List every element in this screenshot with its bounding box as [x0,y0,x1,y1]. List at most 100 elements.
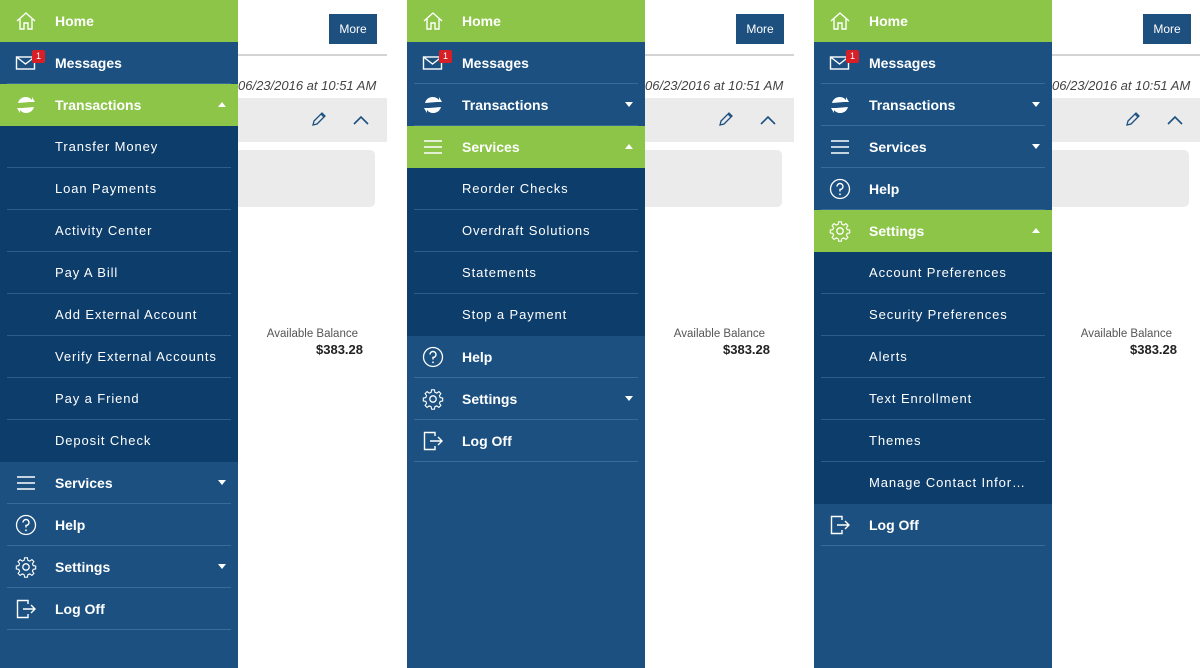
nav-log-off-label: Log Off [462,433,512,449]
submenu-item[interactable]: Add External Account [0,294,238,336]
last-login-timestamp: 06/23/2016 at 10:51 AM [238,78,377,93]
submenu-item-label: Statements [462,265,537,280]
submenu-item[interactable]: Themes [814,420,1052,462]
nav-help-label: Help [55,517,86,533]
nav-log-off[interactable]: Log Off [407,420,645,462]
messages-badge: 1 [32,50,45,63]
nav-services[interactable]: Services [407,126,645,168]
caret-up-icon [1032,228,1040,233]
nav-transactions[interactable]: Transactions [814,84,1052,126]
nav-transactions-label: Transactions [55,97,142,113]
submenu-item-label: Loan Payments [55,181,158,196]
nav-home-label: Home [55,13,94,29]
nav-services-label: Services [462,139,520,155]
chevron-up-icon[interactable] [1166,114,1184,126]
caret-up-icon [218,102,226,107]
nav-help[interactable]: Help [0,504,238,546]
nav-messages-label: Messages [869,55,936,71]
account-card[interactable]: Available Balance $383.28 [1044,150,1189,357]
submenu-item-label: Alerts [869,349,908,364]
nav-transactions[interactable]: Transactions [407,84,645,126]
nav-transactions[interactable]: Transactions [0,84,238,126]
nav-home[interactable]: Home [407,0,645,42]
submenu-item[interactable]: Statements [407,252,645,294]
nav-services[interactable]: Services [0,462,238,504]
screen-settings-expanded: More 06/23/2016 at 10:51 AM Available Ba… [814,0,1200,668]
more-button[interactable]: More [329,14,377,44]
submenu-item-label: Activity Center [55,223,153,238]
pencil-icon[interactable] [717,110,735,128]
submenu-item[interactable]: Deposit Check [0,420,238,462]
submenu-item[interactable]: Overdraft Solutions [407,210,645,252]
nav-help[interactable]: Help [814,168,1052,210]
submenu-item-label: Themes [869,433,922,448]
submenu-item-label: Pay a Friend [55,391,140,406]
nav-help-label: Help [869,181,900,197]
more-button[interactable]: More [736,14,784,44]
nav-home[interactable]: Home [0,0,238,42]
refresh-icon [14,93,38,117]
pencil-icon[interactable] [1124,110,1142,128]
nav-help[interactable]: Help [407,336,645,378]
nav-messages[interactable]: 1 Messages [407,42,645,84]
submenu-item[interactable]: Alerts [814,336,1052,378]
header-divider [238,54,387,56]
messages-badge: 1 [439,50,452,63]
submenu-item[interactable]: Manage Contact Information [814,462,1052,504]
nav-transactions-label: Transactions [462,97,549,113]
submenu-item[interactable]: Stop a Payment [407,294,645,336]
submenu-item-label: Reorder Checks [462,181,569,196]
nav-messages[interactable]: 1 Messages [0,42,238,84]
nav-drawer: Home 1 Messages Transactions Transfer Mo… [0,0,238,668]
more-button[interactable]: More [1143,14,1191,44]
gear-icon [828,219,852,243]
submenu-item[interactable]: Loan Payments [0,168,238,210]
account-card[interactable]: Available Balance $383.28 [637,150,782,357]
nav-settings[interactable]: Settings [814,210,1052,252]
submenu-item[interactable]: Account Preferences [814,252,1052,294]
submenu-item[interactable]: Text Enrollment [814,378,1052,420]
nav-home[interactable]: Home [814,0,1052,42]
nav-services[interactable]: Services [814,126,1052,168]
submenu-item[interactable]: Verify External Accounts [0,336,238,378]
hamburger-icon [421,135,445,159]
nav-log-off-label: Log Off [55,601,105,617]
nav-help-label: Help [462,349,493,365]
help-icon [421,345,445,369]
hamburger-icon [828,135,852,159]
submenu-item[interactable]: Pay a Friend [0,378,238,420]
services-submenu: Reorder Checks Overdraft Solutions State… [407,168,645,336]
chevron-up-icon[interactable] [352,114,370,126]
account-card[interactable]: Available Balance $383.28 [230,150,375,357]
submenu-item[interactable]: Reorder Checks [407,168,645,210]
nav-settings[interactable]: Settings [407,378,645,420]
gear-icon [421,387,445,411]
available-balance-label: Available Balance [673,328,765,340]
submenu-item[interactable]: Security Preferences [814,294,1052,336]
logout-icon [14,597,38,621]
submenu-item[interactable]: Transfer Money [0,126,238,168]
nav-settings[interactable]: Settings [0,546,238,588]
nav-services-label: Services [869,139,927,155]
available-balance-value: $383.28 [1130,342,1177,357]
nav-messages[interactable]: 1 Messages [814,42,1052,84]
submenu-item[interactable]: Pay A Bill [0,252,238,294]
submenu-item[interactable]: Activity Center [0,210,238,252]
submenu-item-label: Add External Account [55,307,198,322]
nav-log-off-label: Log Off [869,517,919,533]
last-login-timestamp: 06/23/2016 at 10:51 AM [1052,78,1191,93]
nav-log-off[interactable]: Log Off [814,504,1052,546]
submenu-item-label: Overdraft Solutions [462,223,591,238]
nav-messages-label: Messages [462,55,529,71]
caret-down-icon [625,396,633,401]
chevron-up-icon[interactable] [759,114,777,126]
refresh-icon [828,93,852,117]
home-icon [421,9,445,33]
home-icon [14,9,38,33]
pencil-icon[interactable] [310,110,328,128]
submenu-item-label: Security Preferences [869,307,1008,322]
nav-home-label: Home [462,13,501,29]
nav-log-off[interactable]: Log Off [0,588,238,630]
available-balance-label: Available Balance [266,328,358,340]
gear-icon [14,555,38,579]
